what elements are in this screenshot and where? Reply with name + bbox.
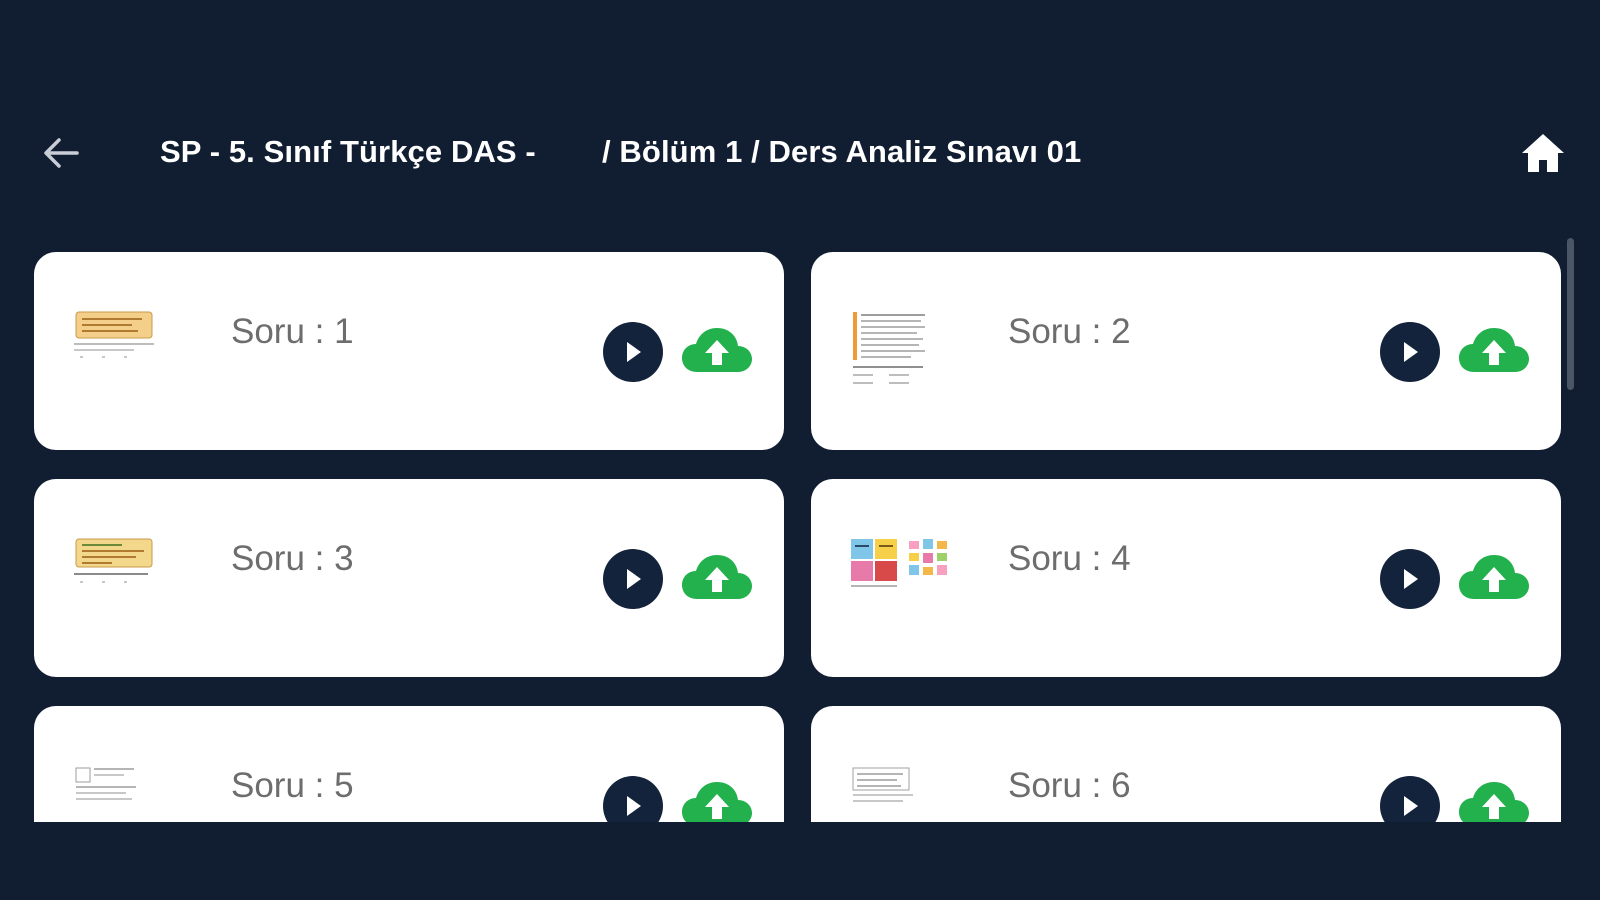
question-thumbnail[interactable] xyxy=(849,762,933,822)
home-icon xyxy=(1522,134,1564,172)
cloud-upload-icon xyxy=(682,782,752,822)
question-thumbnail[interactable] xyxy=(72,535,156,619)
arrow-left-icon xyxy=(44,138,79,168)
question-card[interactable]: Soru : 2 xyxy=(811,252,1561,450)
play-button[interactable] xyxy=(603,776,663,822)
play-button[interactable] xyxy=(1380,776,1440,822)
question-label: Soru : 2 xyxy=(1008,312,1131,351)
question-label: Soru : 1 xyxy=(231,312,354,351)
cloud-upload-icon xyxy=(682,328,752,372)
upload-button[interactable] xyxy=(1456,776,1532,822)
question-label: Soru : 4 xyxy=(1008,539,1131,578)
app-screen: SP - 5. Sınıf Türkçe DAS - / Bölüm 1 / D… xyxy=(0,0,1600,900)
question-thumbnail[interactable] xyxy=(72,308,156,392)
play-button[interactable] xyxy=(603,549,663,609)
question-grid[interactable]: Soru : 1 Soru: 2 Soru: 3 Soru: 4 Soru… xyxy=(0,230,1600,822)
question-thumbnail[interactable] xyxy=(72,762,156,822)
cloud-upload-icon xyxy=(682,555,752,599)
play-button[interactable] xyxy=(1380,322,1440,382)
question-label: Soru : 5 xyxy=(231,766,354,805)
scrollbar[interactable] xyxy=(1567,238,1574,390)
question-card[interactable]: Soru : 3 xyxy=(34,479,784,677)
home-button[interactable] xyxy=(1518,128,1568,178)
play-button[interactable] xyxy=(1380,549,1440,609)
play-icon xyxy=(1404,796,1418,816)
question-thumbnail[interactable] xyxy=(849,535,959,619)
cloud-upload-icon xyxy=(1459,782,1529,822)
bottom-area xyxy=(0,822,1600,900)
play-icon xyxy=(1404,342,1418,362)
play-icon xyxy=(627,569,641,589)
cloud-upload-icon xyxy=(1459,555,1529,599)
breadcrumb-course: SP - 5. Sınıf Türkçe DAS - xyxy=(160,134,536,169)
upload-button[interactable] xyxy=(1456,549,1532,609)
toolbar: SP - 5. Sınıf Türkçe DAS - / Bölüm 1 / D… xyxy=(0,118,1600,188)
play-icon xyxy=(1404,569,1418,589)
question-card[interactable]: Soru : 5 xyxy=(34,706,784,822)
question-label: Soru : 6 xyxy=(1008,766,1131,805)
upload-button[interactable] xyxy=(679,776,755,822)
question-card[interactable]: Soru : 6 xyxy=(811,706,1561,822)
play-icon xyxy=(627,342,641,362)
upload-button[interactable] xyxy=(679,549,755,609)
breadcrumb-path: / Bölüm 1 / Ders Analiz Sınavı 01 xyxy=(602,134,1082,169)
question-label: Soru : 3 xyxy=(231,539,354,578)
upload-button[interactable] xyxy=(1456,322,1532,382)
cloud-upload-icon xyxy=(1459,328,1529,372)
question-card[interactable]: Soru : 1 xyxy=(34,252,784,450)
upload-button[interactable] xyxy=(679,322,755,382)
back-button[interactable] xyxy=(36,128,86,178)
play-icon xyxy=(627,796,641,816)
question-thumbnail[interactable] xyxy=(849,308,933,392)
question-card[interactable]: Soru : 4 xyxy=(811,479,1561,677)
play-button[interactable] xyxy=(603,322,663,382)
